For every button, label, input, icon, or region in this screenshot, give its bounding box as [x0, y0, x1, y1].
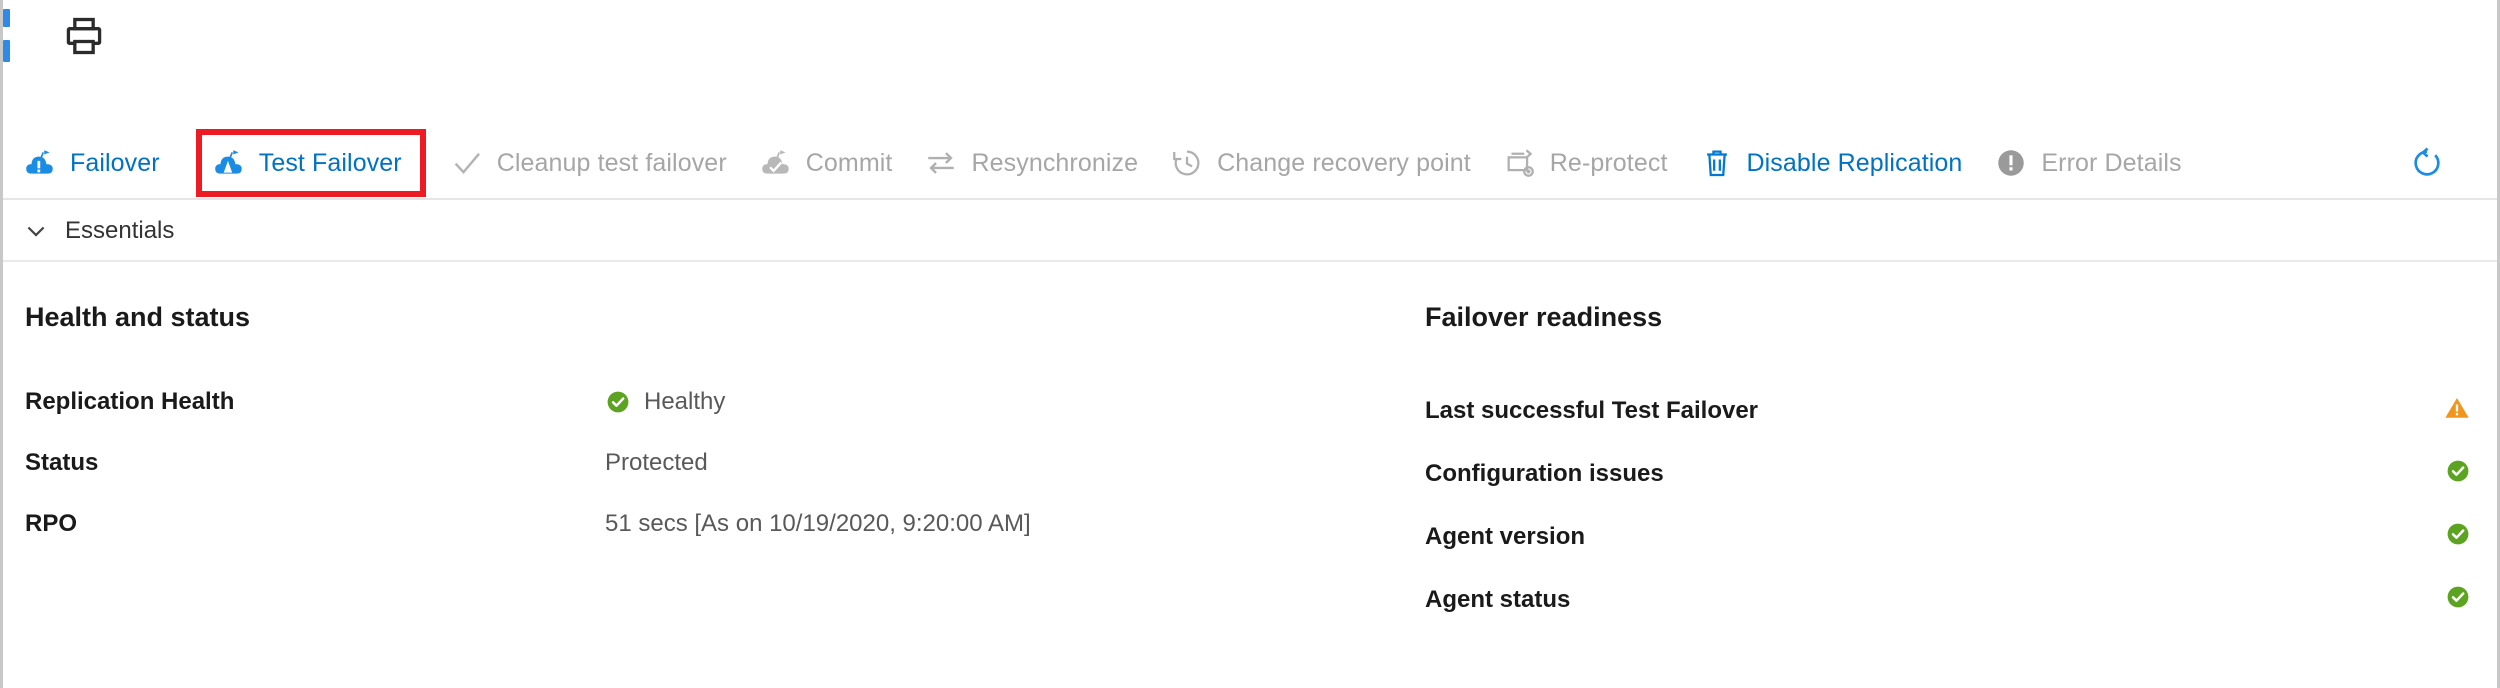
status-badge — [2445, 521, 2485, 552]
status-badge — [2445, 458, 2485, 489]
chevron-down-icon — [21, 216, 51, 246]
command-label: Commit — [805, 148, 893, 177]
command-failover[interactable]: Failover — [21, 135, 176, 191]
failover-readiness-list: Last successful Test Failover Configurat… — [1425, 379, 2485, 631]
row-label: Agent status — [1425, 585, 1571, 613]
command-label: Resynchronize — [971, 148, 1139, 177]
command-label: Cleanup test failover — [496, 148, 727, 177]
row-label: Replication Health — [25, 387, 235, 415]
health-and-status-list: Replication Health Healthy Status Protec… — [25, 371, 1405, 554]
left-edge-fragment-lower — [3, 40, 10, 62]
print-icon[interactable] — [61, 14, 107, 58]
row-label: Status — [25, 448, 99, 476]
failover-readiness-title: Failover readiness — [1425, 302, 1663, 332]
status-badge — [2445, 584, 2485, 615]
row-value-container: 51 secs [As on 10/19/2020, 9:20:00 AM] — [605, 510, 1031, 538]
row-configuration-issues: Configuration issues — [1425, 442, 2485, 505]
re-protect-icon — [1503, 146, 1537, 180]
row-value: Healthy — [644, 387, 726, 415]
cloud-test-failover-icon — [212, 146, 246, 180]
top-bar — [3, 0, 2497, 78]
command-error-details[interactable]: Error Details — [1992, 135, 2197, 191]
command-label: Error Details — [2041, 148, 2182, 177]
error-exclamation-icon — [1994, 146, 2028, 180]
row-agent-version: Agent version — [1425, 505, 2485, 568]
clock-history-icon — [1170, 146, 1204, 180]
failover-readiness-column: Failover readiness Last successful Test … — [1425, 264, 2485, 631]
command-label: Disable Replication — [1746, 148, 1963, 177]
row-label: Configuration issues — [1425, 459, 1664, 487]
resynchronize-icon — [924, 146, 958, 180]
trash-icon — [1700, 146, 1734, 180]
command-test-failover[interactable]: Test Failover — [195, 129, 426, 197]
command-toolbar: Failover Test Failover Cleanup test fail… — [3, 128, 2497, 200]
orange-warning-icon — [2443, 394, 2471, 427]
left-edge-fragment-upper — [3, 9, 10, 27]
row-value-container: Protected — [605, 449, 708, 477]
row-label: RPO — [25, 509, 78, 537]
row-value: 51 secs [As on 10/19/2020, 9:20:00 AM] — [605, 509, 1031, 537]
row-status: Status Protected — [25, 432, 1405, 493]
green-check-icon — [2445, 584, 2471, 615]
row-last-successful-test-failover: Last successful Test Failover — [1425, 379, 2485, 442]
row-value: Protected — [605, 448, 708, 476]
command-resynchronize[interactable]: Resynchronize — [922, 135, 1154, 191]
row-label: Last successful Test Failover — [1425, 396, 1759, 424]
command-label: Re-protect — [1549, 148, 1668, 177]
green-check-icon — [2445, 458, 2471, 489]
refresh-button[interactable] — [2408, 135, 2483, 191]
essentials-section-header[interactable]: Essentials — [3, 202, 2497, 262]
command-re-protect[interactable]: Re-protect — [1501, 135, 1684, 191]
command-change-recovery-point[interactable]: Change recovery point — [1168, 135, 1487, 191]
row-agent-status: Agent status — [1425, 568, 2485, 631]
refresh-icon — [2410, 146, 2444, 180]
row-label: Agent version — [1425, 522, 1586, 550]
row-replication-health: Replication Health Healthy — [25, 371, 1405, 432]
essentials-content: Health and status Replication Health Hea… — [3, 264, 2497, 688]
azure-site-recovery-replicated-item-pane: Failover Test Failover Cleanup test fail… — [0, 0, 2500, 688]
row-value-container: Healthy — [605, 388, 725, 416]
row-rpo: RPO 51 secs [As on 10/19/2020, 9:20:00 A… — [25, 493, 1405, 554]
green-check-icon — [605, 389, 631, 415]
essentials-label: Essentials — [65, 217, 175, 244]
command-label: Failover — [70, 148, 160, 177]
command-cleanup-test-failover[interactable]: Cleanup test failover — [448, 135, 743, 191]
command-label: Change recovery point — [1217, 148, 1471, 177]
health-and-status-column: Health and status Replication Health Hea… — [25, 264, 1405, 554]
cloud-commit-icon — [759, 146, 793, 180]
command-commit[interactable]: Commit — [757, 135, 909, 191]
health-and-status-title: Health and status — [25, 302, 251, 332]
cloud-failover-icon — [23, 146, 57, 180]
status-badge — [2443, 394, 2485, 427]
green-check-icon — [2445, 521, 2471, 552]
command-label: Test Failover — [258, 148, 402, 177]
checkmark-icon — [450, 146, 484, 180]
command-disable-replication[interactable]: Disable Replication — [1698, 135, 1979, 191]
